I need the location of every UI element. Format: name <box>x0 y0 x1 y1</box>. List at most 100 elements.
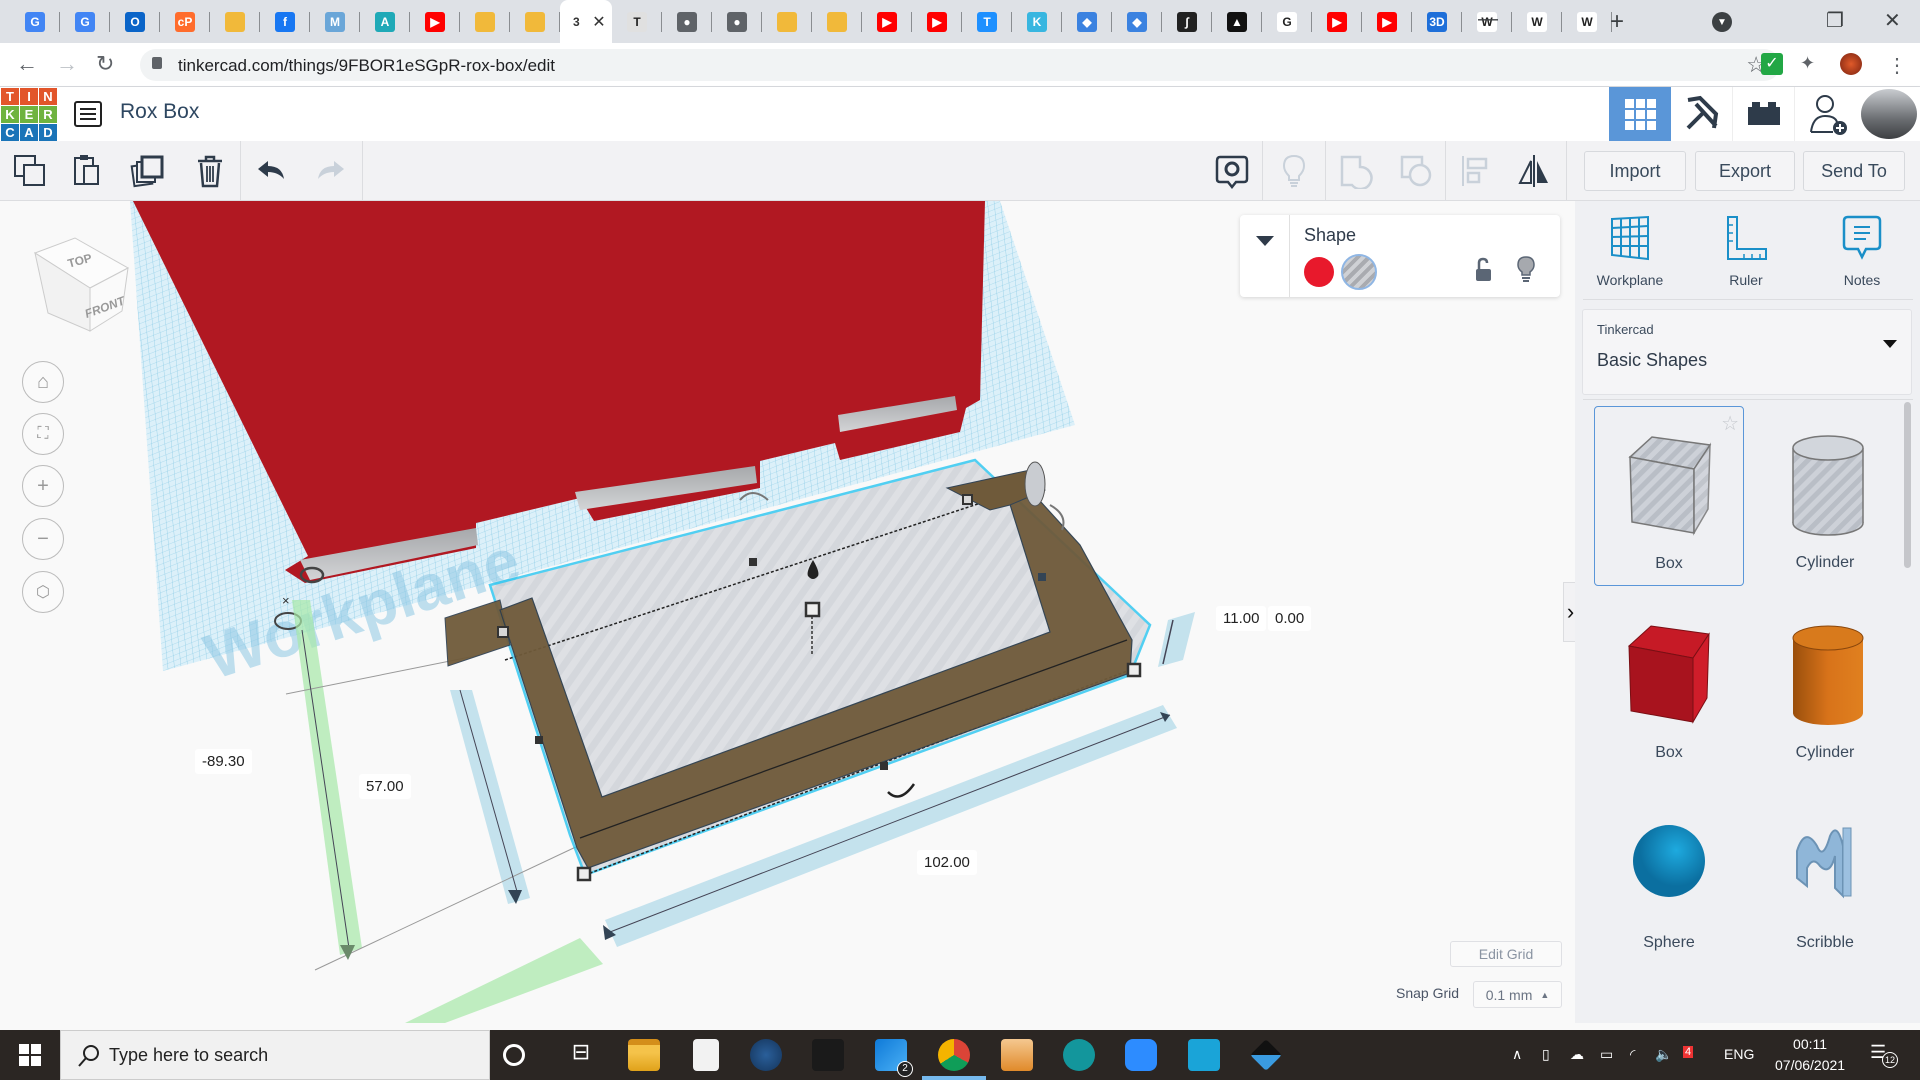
corner-handle[interactable] <box>1126 662 1142 678</box>
browser-tab[interactable]: ▶ <box>912 0 962 43</box>
scene-canvas[interactable]: Workplane × <box>0 201 1574 1023</box>
user-avatar[interactable] <box>1858 87 1920 141</box>
hole-swatch[interactable] <box>1341 254 1377 290</box>
fusion-360-icon[interactable] <box>1001 1039 1033 1071</box>
export-button[interactable]: Export <box>1695 151 1795 191</box>
browser-tab[interactable]: ▶ <box>862 0 912 43</box>
browser-tab[interactable]: ▲ <box>1212 0 1262 43</box>
ruler-tool[interactable]: Ruler <box>1701 215 1791 288</box>
browser-tab[interactable]: ▶ <box>410 0 460 43</box>
align-icon[interactable] <box>1458 153 1494 189</box>
edit-grid-button[interactable]: Edit Grid <box>1450 941 1562 967</box>
fit-view-button[interactable]: ⛶ <box>22 413 64 455</box>
volume-icon[interactable]: 🔈 <box>1655 1046 1672 1063</box>
corner-handle[interactable] <box>497 626 509 638</box>
invite-user-button[interactable] <box>1798 87 1860 141</box>
3d-design-view-button[interactable] <box>1609 87 1671 141</box>
chrome-icon[interactable] <box>938 1039 970 1071</box>
notes-tool[interactable]: Notes <box>1817 215 1907 288</box>
shape-scribble[interactable]: Scribble <box>1750 786 1900 966</box>
browser-tab[interactable]: K <box>1012 0 1062 43</box>
browser-tab[interactable]: G <box>1262 0 1312 43</box>
launcher-icon[interactable] <box>1250 1039 1282 1071</box>
new-tab-button[interactable]: + <box>1610 8 1624 36</box>
shape-cylinder-solid[interactable]: Cylinder <box>1750 596 1900 776</box>
duplicate-icon[interactable] <box>130 153 166 189</box>
browser-tab[interactable]: 3D <box>1412 0 1462 43</box>
microsoft-store-icon[interactable] <box>693 1039 719 1071</box>
show-all-notes-icon[interactable] <box>1214 153 1250 189</box>
depth-label[interactable]: 57.00 <box>359 774 411 799</box>
url-input[interactable]: tinkercad.com/things/9FBOR1eSGpR-rox-box… <box>140 49 1780 81</box>
import-button[interactable]: Import <box>1584 151 1686 191</box>
3d-workplane-viewport[interactable]: Workplane × -89.30 57.00 102.00 11.00 0.… <box>0 201 1574 1023</box>
browser-menu-icon[interactable]: ⋮ <box>1886 53 1908 77</box>
browser-tab[interactable]: G <box>60 0 110 43</box>
solid-color-swatch[interactable] <box>1304 257 1334 287</box>
phone-icon[interactable]: ▯ <box>1542 1046 1550 1063</box>
browser-tab[interactable] <box>510 0 560 43</box>
browser-tab[interactable]: ◆ <box>1112 0 1162 43</box>
codeblocks-pickaxe-button[interactable] <box>1671 87 1733 141</box>
corner-handle[interactable] <box>576 866 592 882</box>
favorite-star-icon[interactable]: ☆ <box>1721 411 1739 436</box>
browser-tab-active[interactable]: 3 ✕ <box>560 0 612 43</box>
rotate-handle-icon[interactable] <box>887 783 916 798</box>
workplane-tool[interactable]: Workplane <box>1585 215 1675 288</box>
browser-tab[interactable] <box>762 0 812 43</box>
design-list-icon[interactable] <box>74 101 102 127</box>
browser-tab[interactable]: ▶ <box>1362 0 1412 43</box>
shape-library-dropdown[interactable]: Tinkercad Basic Shapes <box>1582 309 1912 395</box>
browser-tab[interactable] <box>812 0 862 43</box>
send-to-button[interactable]: Send To <box>1803 151 1905 191</box>
paste-icon[interactable] <box>70 153 106 189</box>
corner-handle[interactable] <box>962 494 973 505</box>
browser-tab[interactable]: O <box>110 0 160 43</box>
steam-icon[interactable] <box>750 1039 782 1071</box>
lightbulb-icon[interactable] <box>1516 255 1536 283</box>
edge-handle[interactable] <box>880 762 888 770</box>
browser-tab[interactable]: T <box>962 0 1012 43</box>
snap-grid-select[interactable]: 0.1 mm ▲ <box>1473 981 1562 1008</box>
browser-tab[interactable]: ● <box>662 0 712 43</box>
inspector-collapse-toggle[interactable] <box>1240 215 1290 297</box>
action-center-icon[interactable]: ☰ 12 <box>1870 1042 1898 1068</box>
predator-sense-icon[interactable] <box>812 1039 844 1071</box>
cura-icon[interactable] <box>1188 1039 1220 1071</box>
forward-icon[interactable]: → <box>56 51 78 77</box>
profile-avatar[interactable] <box>1840 53 1862 75</box>
browser-tab[interactable] <box>460 0 510 43</box>
cortana-icon[interactable] <box>503 1044 525 1066</box>
browser-tab[interactable] <box>210 0 260 43</box>
copy-icon[interactable] <box>12 153 48 189</box>
reload-icon[interactable]: ↻ <box>96 51 114 77</box>
edge-handle[interactable] <box>535 736 543 744</box>
height-label[interactable]: 11.00 <box>1216 606 1267 631</box>
wifi-icon[interactable]: ◜ <box>1630 1046 1635 1063</box>
checkmark-extension-icon[interactable]: ✓ <box>1761 53 1783 75</box>
system-clock[interactable]: 00:11 07/06/2021 <box>1775 1034 1845 1076</box>
file-explorer-icon[interactable] <box>628 1039 660 1071</box>
shape-library-scrollbar[interactable] <box>1904 402 1911 568</box>
restore-button[interactable]: ❐ <box>1826 8 1844 33</box>
zoom-in-button[interactable]: + <box>22 465 64 507</box>
browser-tab[interactable]: T <box>612 0 662 43</box>
browser-tab[interactable]: ∫ <box>1162 0 1212 43</box>
tray-app-badge[interactable]: 4 <box>1683 1046 1694 1058</box>
x-offset-label[interactable]: -89.30 <box>195 749 252 774</box>
browser-tab[interactable]: ▶ <box>1312 0 1362 43</box>
width-label[interactable]: 102.00 <box>917 850 977 875</box>
shape-cylinder-hole[interactable]: Cylinder <box>1750 406 1900 586</box>
mail-icon[interactable]: 2 <box>875 1039 913 1077</box>
ungroup-icon[interactable] <box>1398 153 1434 189</box>
browser-tab[interactable]: W <box>1562 0 1612 43</box>
extensions-puzzle-icon[interactable]: ✦ <box>1800 53 1822 75</box>
elevation-label[interactable]: 0.00 <box>1268 606 1312 631</box>
tinkercad-logo[interactable]: TIN KER CAD <box>0 87 58 141</box>
arduino-icon[interactable] <box>1063 1039 1095 1071</box>
browser-tab[interactable]: G <box>10 0 60 43</box>
bricks-view-button[interactable] <box>1733 87 1795 141</box>
tab-search-icon[interactable]: ▼ <box>1712 12 1732 32</box>
browser-tab[interactable]: cP <box>160 0 210 43</box>
undo-icon[interactable] <box>254 153 290 189</box>
